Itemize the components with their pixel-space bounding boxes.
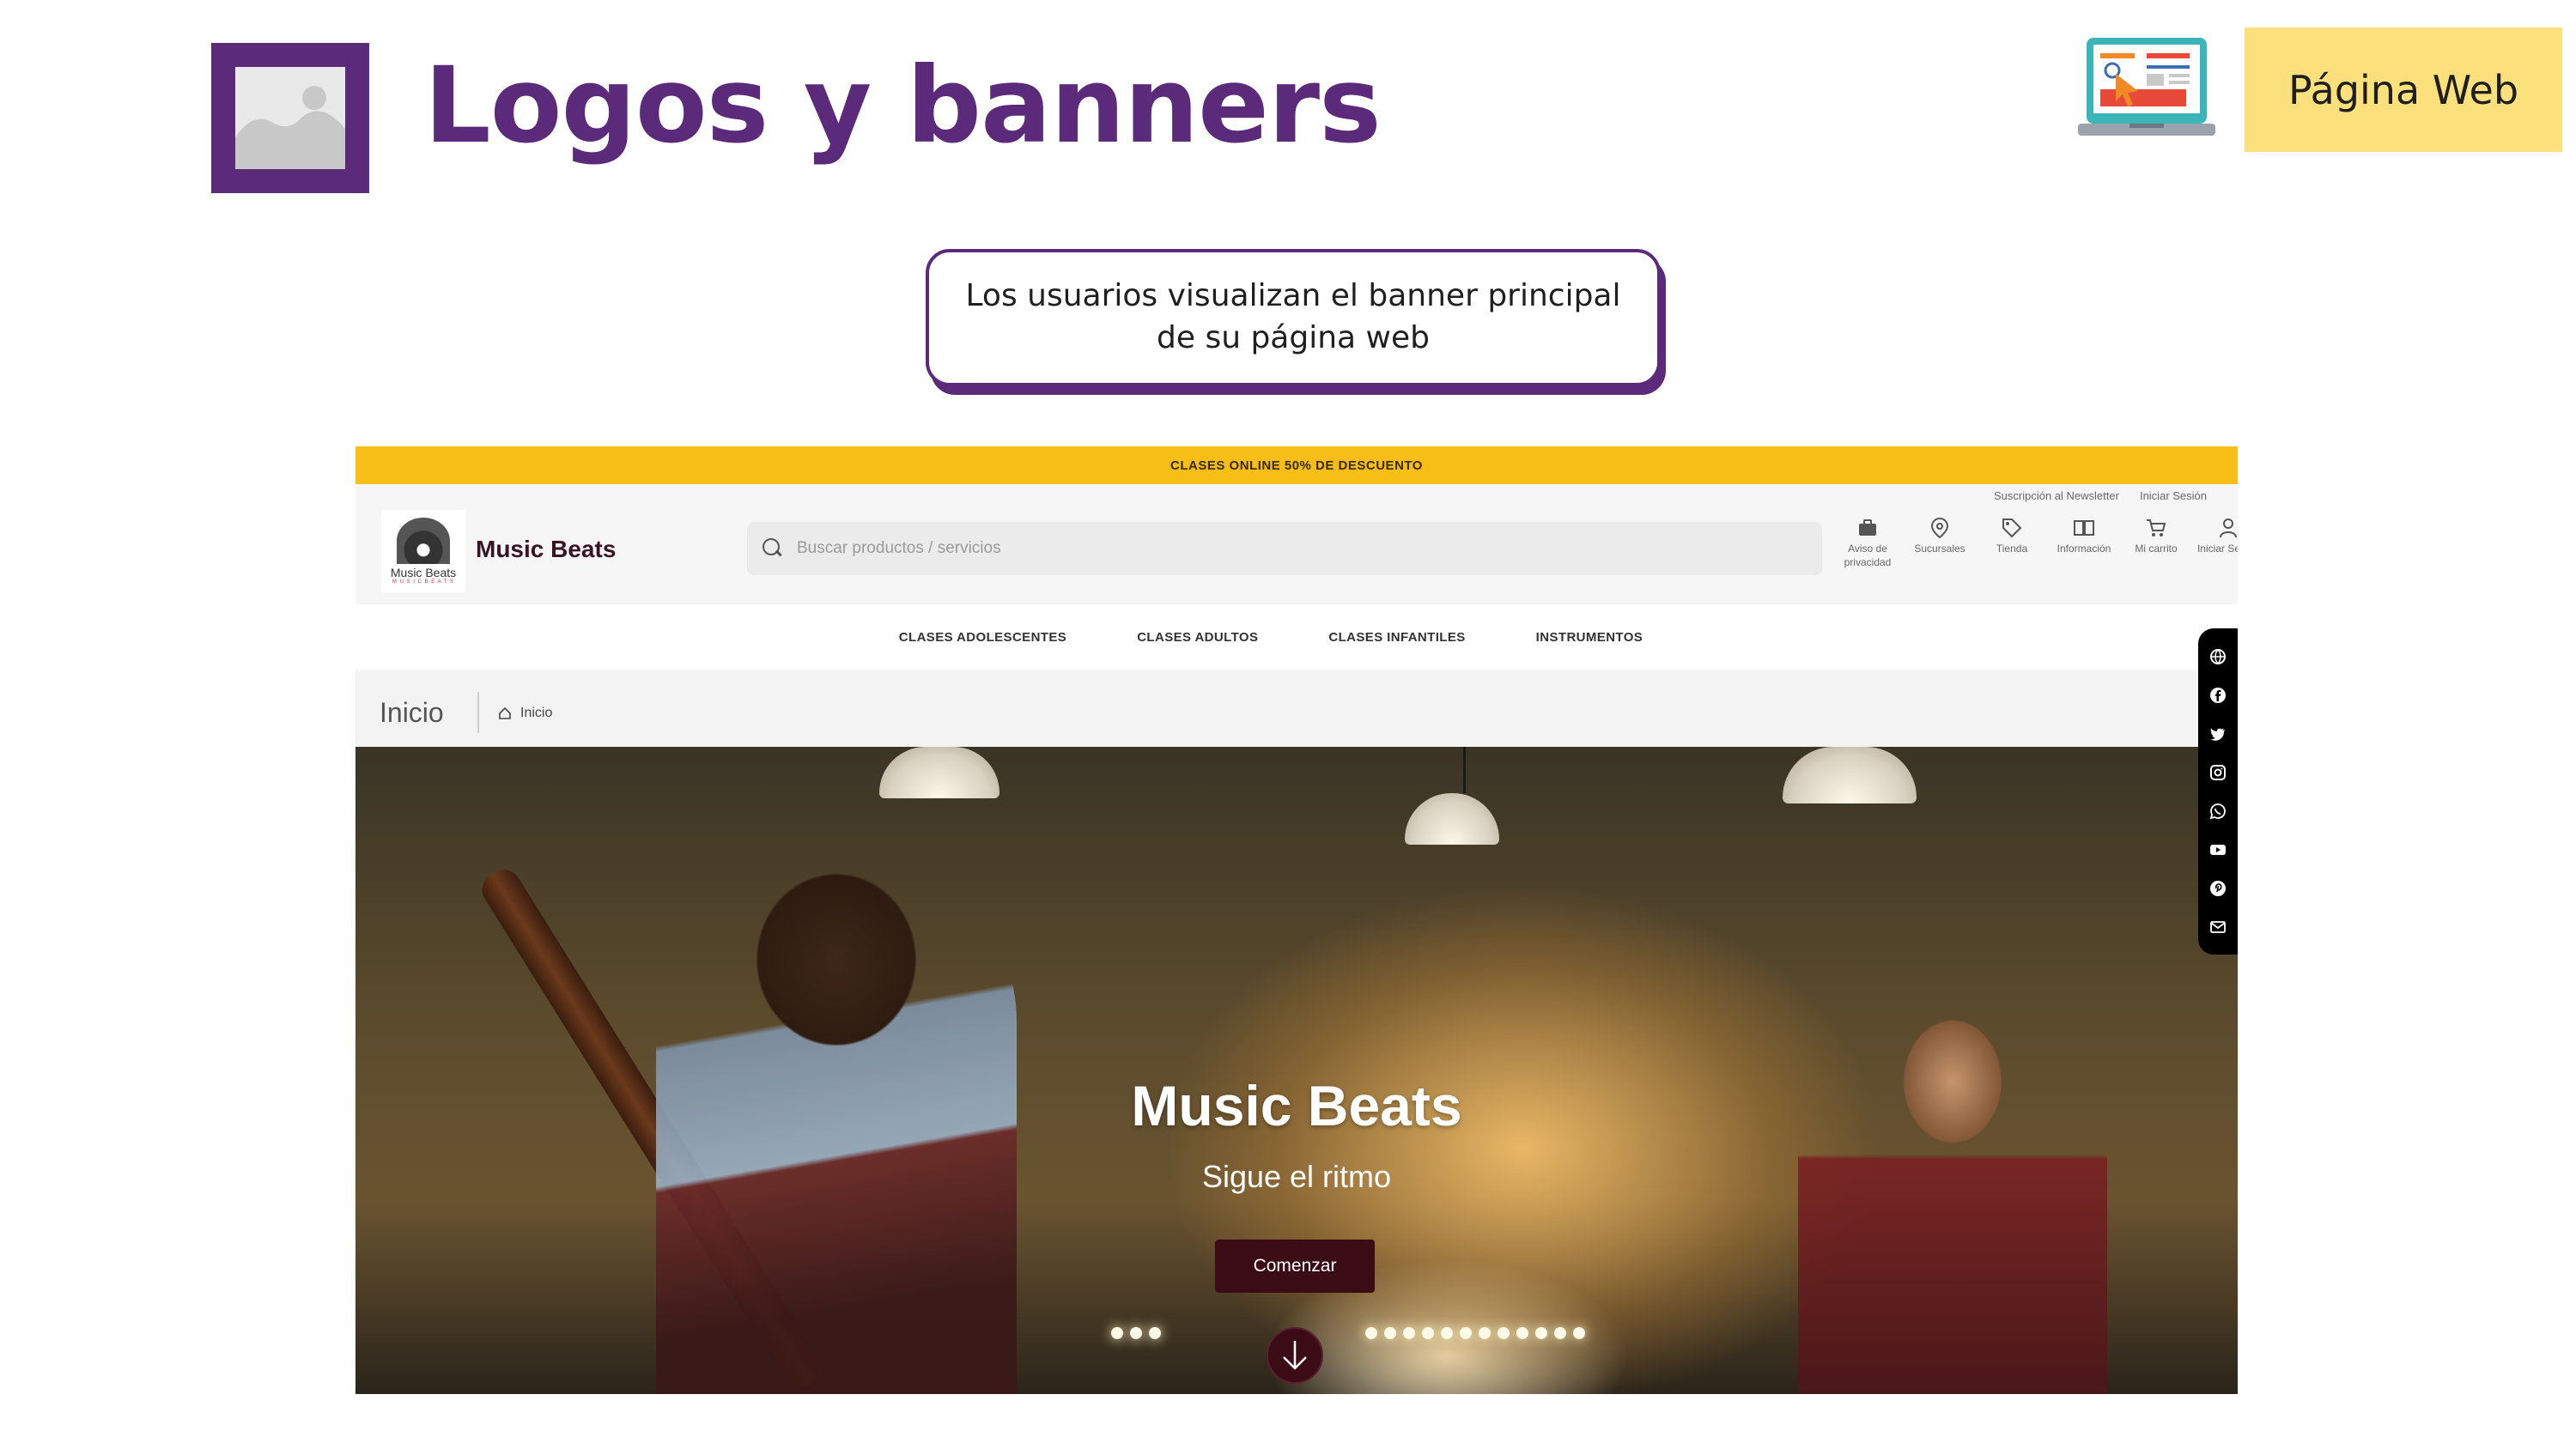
cart-icon bbox=[2147, 519, 2166, 537]
guitarist-figure bbox=[1798, 1004, 2107, 1394]
vinyl-record-icon bbox=[397, 518, 450, 564]
facebook-icon[interactable] bbox=[2209, 687, 2227, 704]
nav-item-instruments[interactable]: INSTRUMENTOS bbox=[1536, 630, 1643, 645]
start-button[interactable]: Comenzar bbox=[1215, 1240, 1375, 1293]
stage-lights bbox=[1365, 1327, 1585, 1339]
briefcase-icon bbox=[1859, 519, 1876, 536]
search-icon bbox=[762, 538, 783, 559]
website-screenshot: CLASES ONLINE 50% DE DESCUENTO Suscripci… bbox=[355, 446, 2238, 1394]
cart-button[interactable]: Mi carrito bbox=[2124, 517, 2188, 569]
action-label: Información bbox=[2057, 543, 2111, 555]
instagram-icon[interactable] bbox=[2209, 764, 2227, 781]
action-label: Tienda bbox=[1996, 543, 2028, 555]
login-button[interactable]: Iniciar Sesión bbox=[2196, 517, 2238, 569]
breadcrumb-divider bbox=[477, 692, 479, 733]
home-icon bbox=[499, 706, 511, 719]
mail-icon[interactable] bbox=[2209, 919, 2227, 936]
nav-item-teen-classes[interactable]: CLASES ADOLESCENTES bbox=[899, 630, 1066, 645]
user-icon bbox=[2220, 518, 2237, 538]
scroll-down-button[interactable] bbox=[1267, 1327, 1323, 1384]
top-links: Suscripción al Newsletter Iniciar Sesión bbox=[1994, 489, 2207, 502]
header-actions: Aviso de privacidad Sucursales Tienda In… bbox=[1836, 517, 2238, 569]
location-pin-icon bbox=[1930, 517, 1949, 539]
search-bar[interactable] bbox=[747, 522, 1822, 575]
twitter-icon[interactable] bbox=[2209, 725, 2227, 743]
nav-item-adult-classes[interactable]: CLASES ADULTOS bbox=[1137, 630, 1258, 645]
newsletter-link[interactable]: Suscripción al Newsletter bbox=[1994, 489, 2119, 502]
breadcrumb-home-label: Inicio bbox=[520, 706, 553, 720]
nav-item-kids-classes[interactable]: CLASES INFANTILES bbox=[1328, 630, 1465, 645]
info-button[interactable]: Información bbox=[2052, 517, 2116, 569]
callout-text: Los usuarios visualizan el banner princi… bbox=[965, 278, 1621, 355]
promo-bar[interactable]: CLASES ONLINE 50% DE DESCUENTO bbox=[355, 446, 2238, 484]
action-label: Sucursales bbox=[1914, 543, 1965, 555]
book-icon bbox=[2074, 520, 2094, 536]
image-placeholder-icon bbox=[211, 43, 369, 193]
breadcrumb[interactable]: Inicio bbox=[498, 706, 552, 721]
slide-title: Logos y banners bbox=[424, 45, 1382, 167]
search-input[interactable] bbox=[797, 539, 1751, 558]
tag-icon bbox=[2002, 518, 2022, 538]
youtube-icon[interactable] bbox=[2209, 841, 2227, 858]
branches-button[interactable]: Sucursales bbox=[1908, 517, 1971, 569]
logo-text: Music Beats bbox=[390, 566, 457, 579]
globe-icon[interactable] bbox=[2209, 648, 2227, 665]
action-label: Mi carrito bbox=[2135, 543, 2178, 555]
laptop-click-icon bbox=[2078, 36, 2215, 143]
logo-subtext: M U S I C B E A T S bbox=[392, 579, 455, 585]
pinterest-icon[interactable] bbox=[2209, 880, 2227, 897]
site-header: Music Beats M U S I C B E A T S Music Be… bbox=[355, 506, 2238, 603]
privacy-notice-button[interactable]: Aviso de privacidad bbox=[1836, 517, 1899, 569]
breadcrumb-bar: Inicio Inicio bbox=[355, 671, 2238, 752]
ceiling-lamp bbox=[1783, 747, 1917, 803]
whatsapp-icon[interactable] bbox=[2209, 803, 2227, 820]
stage-lights bbox=[1111, 1327, 1161, 1339]
login-link[interactable]: Iniciar Sesión bbox=[2140, 489, 2207, 502]
hero-banner: Music Beats Sigue el ritmo Comenzar bbox=[355, 747, 2238, 1394]
hero-title: Music Beats bbox=[1131, 1074, 1462, 1137]
action-label: Iniciar Sesión bbox=[2196, 543, 2238, 555]
brand-name[interactable]: Music Beats bbox=[476, 536, 616, 563]
social-sidebar bbox=[2198, 628, 2238, 955]
site-logo[interactable]: Music Beats M U S I C B E A T S bbox=[381, 510, 465, 592]
action-label: Aviso de privacidad bbox=[1844, 543, 1892, 568]
arrow-down-icon bbox=[1283, 1341, 1307, 1370]
store-button[interactable]: Tienda bbox=[1980, 517, 2044, 569]
main-nav: CLASES ADOLESCENTES CLASES ADULTOS CLASE… bbox=[355, 604, 2238, 670]
page-title: Inicio bbox=[380, 697, 444, 728]
page-type-badge: Página Web bbox=[2245, 27, 2562, 152]
ceiling-lamp bbox=[1405, 747, 1499, 845]
hero-subtitle: Sigue el ritmo bbox=[1201, 1159, 1392, 1194]
callout-box: Los usuarios visualizan el banner princi… bbox=[926, 249, 1661, 386]
ceiling-lamp bbox=[879, 747, 999, 798]
